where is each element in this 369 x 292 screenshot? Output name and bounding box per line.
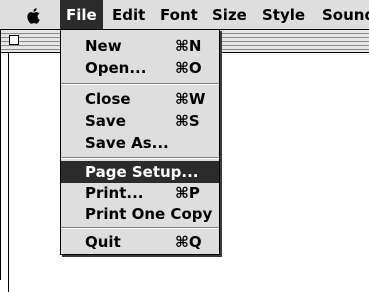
menu-item-label: Print... xyxy=(85,184,144,202)
menu-item-open[interactable]: Open... ⌘O xyxy=(61,57,219,79)
menu-item-label: Print One Copy xyxy=(85,205,213,223)
close-box[interactable] xyxy=(9,35,19,45)
menu-item-new[interactable]: New ⌘N xyxy=(61,35,219,57)
menu-separator xyxy=(61,83,219,85)
menu-item-shortcut: ⌘O xyxy=(175,59,202,77)
menu-item-label: Save As... xyxy=(85,134,169,152)
menu-style[interactable]: Style xyxy=(256,0,311,30)
window-frame xyxy=(1,52,9,292)
menu-item-quit[interactable]: Quit ⌘Q xyxy=(61,231,219,253)
menu-font[interactable]: Font xyxy=(154,0,204,30)
menu-item-shortcut: ⌘N xyxy=(175,37,202,55)
menu-item-label: New xyxy=(85,37,122,55)
file-menu-dropdown: New ⌘N Open... ⌘O Close ⌘W Save ⌘S Save … xyxy=(60,29,220,255)
apple-icon[interactable] xyxy=(24,6,44,26)
menu-item-label: Page Setup... xyxy=(85,163,199,181)
menu-item-print[interactable]: Print... ⌘P xyxy=(61,182,219,204)
menu-separator xyxy=(61,157,219,159)
menu-sound[interactable]: Sound xyxy=(316,0,369,30)
menu-item-shortcut: ⌘W xyxy=(175,90,206,108)
menu-size[interactable]: Size xyxy=(206,0,253,30)
menu-item-page-setup[interactable]: Page Setup... xyxy=(61,161,219,183)
menu-item-shortcut: ⌘S xyxy=(175,112,200,130)
menu-item-label: Close xyxy=(85,90,131,108)
menu-separator xyxy=(61,227,219,229)
menu-item-print-one-copy[interactable]: Print One Copy xyxy=(61,203,219,225)
menu-file[interactable]: File xyxy=(60,0,103,30)
menu-item-label: Quit xyxy=(85,233,121,251)
menu-bar: File Edit Font Size Style Sound xyxy=(0,0,369,30)
menu-item-save-as[interactable]: Save As... xyxy=(61,132,219,154)
menu-item-shortcut: ⌘Q xyxy=(175,233,202,251)
menu-item-label: Open... xyxy=(85,59,147,77)
menu-edit[interactable]: Edit xyxy=(106,0,151,30)
menu-item-save[interactable]: Save ⌘S xyxy=(61,110,219,132)
menu-item-shortcut: ⌘P xyxy=(175,184,200,202)
menu-item-label: Save xyxy=(85,112,126,130)
menu-item-close[interactable]: Close ⌘W xyxy=(61,88,219,110)
